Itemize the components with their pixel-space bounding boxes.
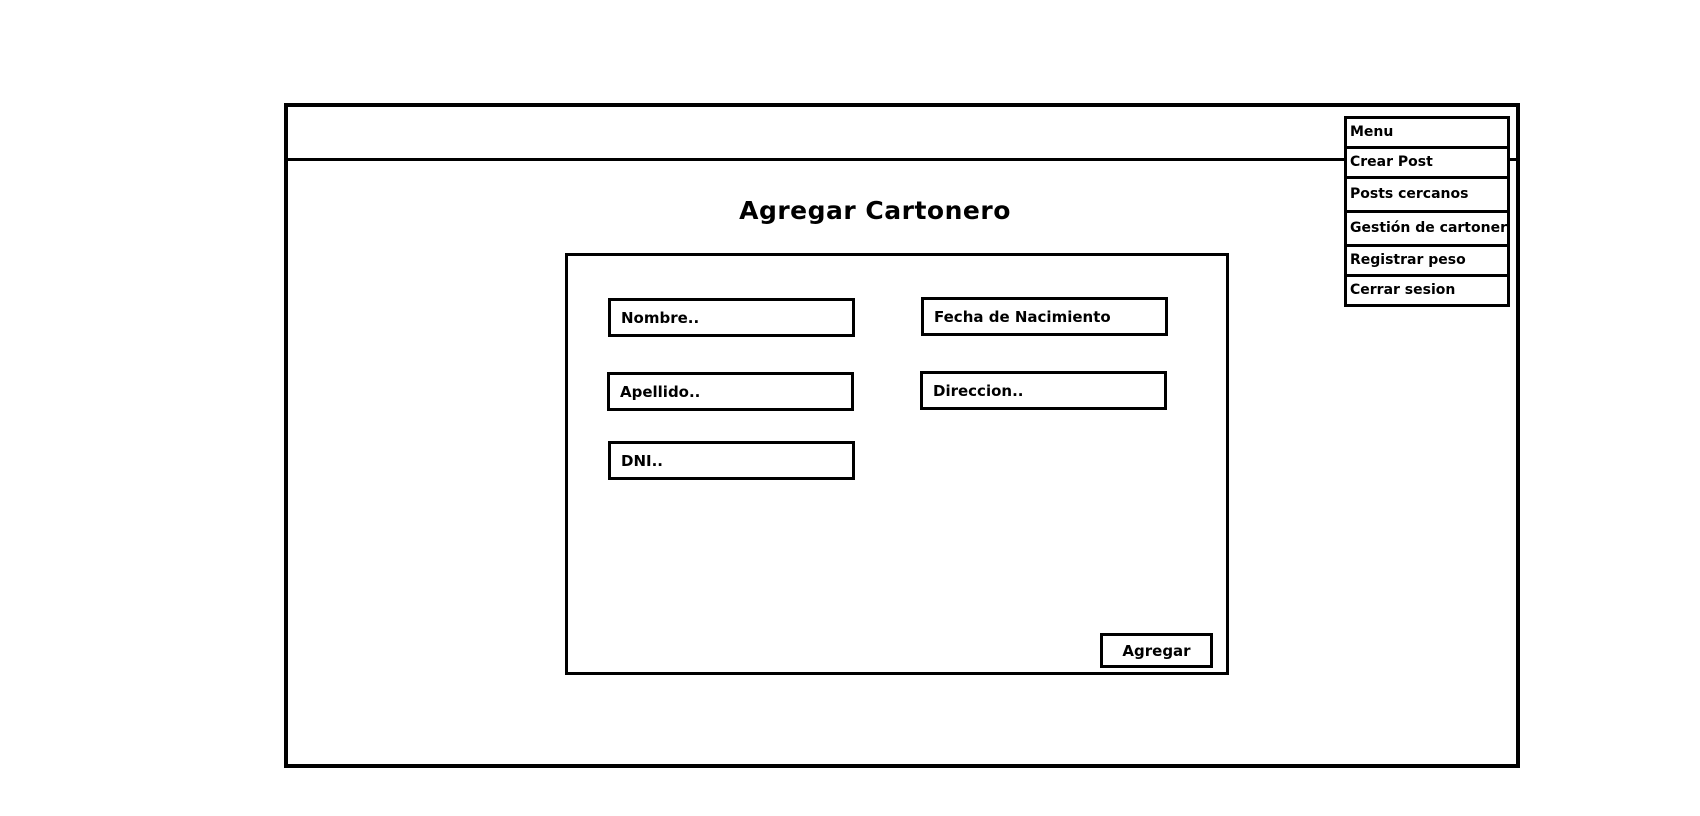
page-title: Agregar Cartonero [739, 196, 1011, 225]
apellido-input[interactable] [607, 372, 854, 411]
menu-item-cerrar-sesion[interactable]: Cerrar sesion [1347, 274, 1507, 304]
menu-header: Menu [1347, 116, 1507, 146]
menu-item-crear-post[interactable]: Crear Post [1347, 146, 1507, 176]
menu-item-gestion-cartoneros[interactable]: Gestión de cartoneros [1347, 210, 1507, 244]
menu-item-posts-cercanos[interactable]: Posts cercanos [1347, 176, 1507, 210]
side-menu: Menu Crear Post Posts cercanos Gestión d… [1344, 116, 1510, 307]
dni-input[interactable] [608, 441, 855, 480]
fecha-nacimiento-input[interactable] [921, 297, 1168, 336]
direccion-input[interactable] [920, 371, 1167, 410]
menu-item-registrar-peso[interactable]: Registrar peso [1347, 244, 1507, 274]
agregar-button[interactable]: Agregar [1100, 633, 1213, 668]
header-divider [288, 158, 1516, 161]
nombre-input[interactable] [608, 298, 855, 337]
